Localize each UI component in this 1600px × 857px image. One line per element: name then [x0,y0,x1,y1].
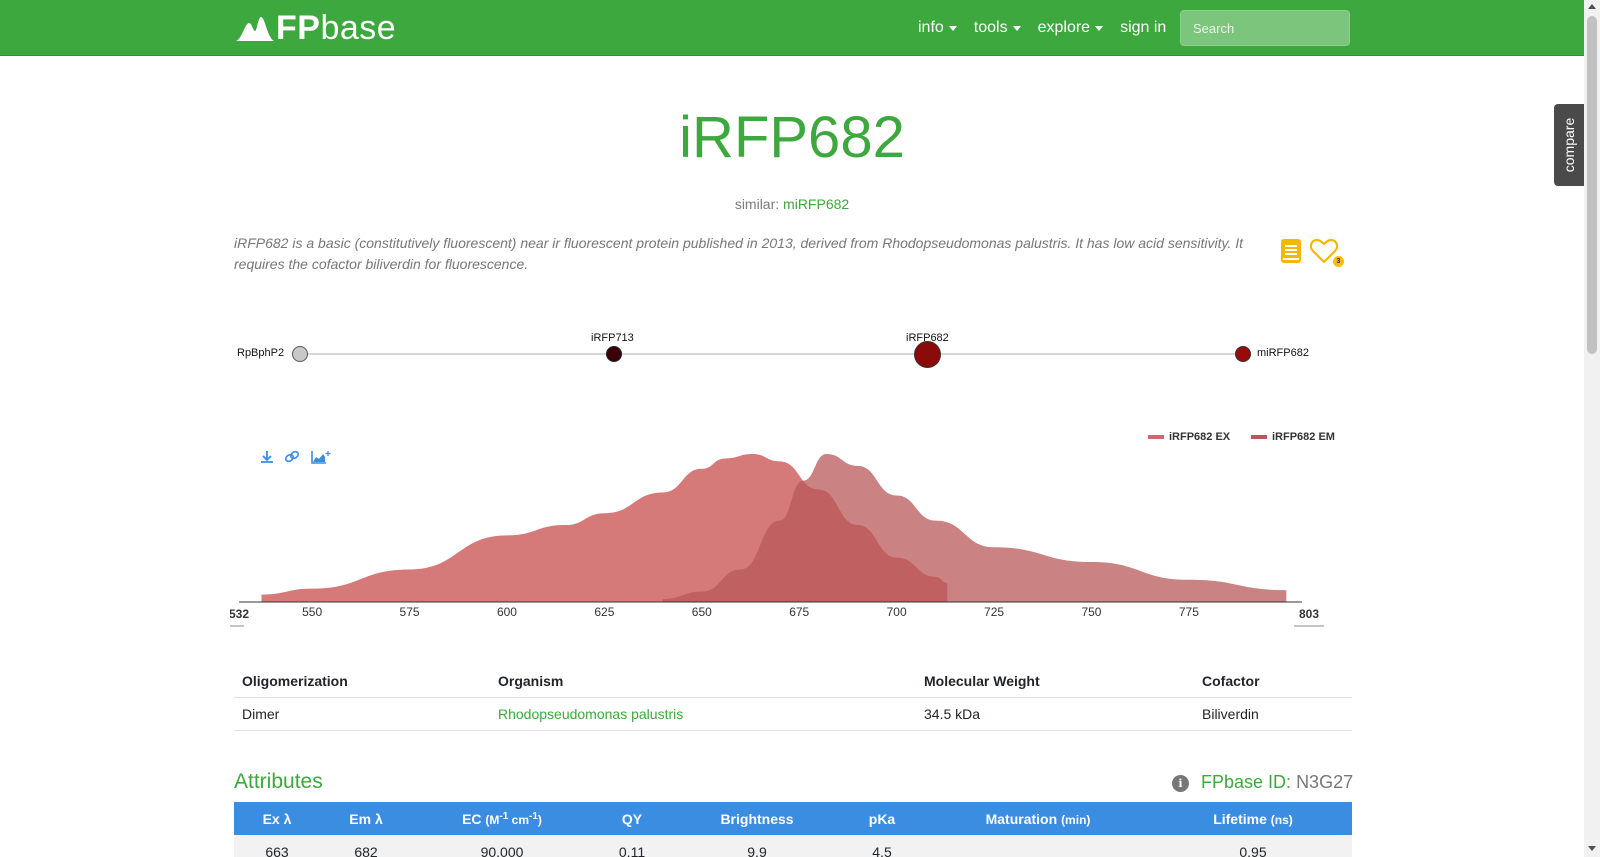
x-tick-label: 700 [887,605,907,619]
page-title: iRFP682 [679,105,905,170]
chevron-down-icon [1095,25,1104,31]
lineage-node-current[interactable] [914,341,941,368]
lineage-label[interactable]: miRFP682 [1257,347,1309,359]
ec-value: 90,000 [412,835,592,857]
fpbase-id-value: N3G27 [1296,772,1354,792]
lineage-node[interactable] [606,346,622,362]
fpbase-id-label: FPbase ID: [1201,772,1292,792]
nav-items: info tools explore sign in [918,0,1183,56]
em-value: 682 [320,835,412,857]
oligomerization-value: Dimer [234,697,490,731]
brand-logo[interactable]: FPbase [236,10,396,46]
nav-sign-in[interactable]: sign in [1120,19,1166,37]
search-input[interactable] [1180,10,1350,46]
pka-value: 4.5 [842,835,922,857]
favorite-count-badge: 3 [1333,256,1344,267]
spectra-chart: 550 575 600 625 650 675 700 725 750 775 532 803 [230,454,1324,627]
protein-description: iRFP682 is a basic (constitutively fluor… [234,235,1244,272]
info-icon[interactable]: i [1172,775,1189,792]
x-tick-label: 600 [497,605,517,619]
chevron-down-icon [1012,25,1021,31]
info-header: Oligomerization [234,666,490,698]
table-row: 663 682 90,000 0.11 9.9 4.5 0.95 [234,835,1352,857]
lineage-line [300,353,1242,355]
x-max-label[interactable]: 803 [1299,607,1319,621]
lineage-label[interactable]: RpBphP2 [237,347,284,359]
attributes-heading: Attributes [234,770,323,793]
lineage-label[interactable]: iRFP713 [591,332,634,344]
scroll-thumb[interactable] [1587,16,1597,354]
qy-value: 0.11 [592,835,672,857]
similar-link[interactable]: miRFP682 [783,196,849,212]
ex-value: 663 [234,835,320,857]
attributes-table: Ex λ Em λ EC (M-1 cm-1) QY Brightness pK… [234,802,1352,857]
attr-header-maturation: Maturation (min) [922,802,1154,835]
info-header: Organism [490,666,916,698]
nav-explore[interactable]: explore [1038,19,1104,37]
info-table: Oligomerization Organism Molecular Weigh… [234,666,1352,731]
cofactor-value: Biliverdin [1194,697,1352,731]
fpbase-id: FPbase ID: N3G27 [1201,772,1353,793]
similar-proteins: similar: miRFP682 [734,196,850,212]
info-header: Molecular Weight [916,666,1194,698]
brand-bold: FP [276,9,321,47]
table-row: Dimer Rhodopseudomonas palustris 34.5 kD… [234,697,1352,731]
x-tick-label: 675 [789,605,809,619]
organism-link[interactable]: Rhodopseudomonas palustris [498,706,683,722]
x-tick-label: 750 [1081,605,1101,619]
x-tick-label: 625 [594,605,614,619]
x-tick-label: 575 [400,605,420,619]
attr-header: Ex λ [234,802,320,835]
scroll-up-arrow-icon[interactable] [1588,4,1596,9]
book-icon[interactable] [1280,238,1302,264]
brand-light: base [320,9,397,47]
nav-info[interactable]: info [918,19,957,37]
page-scrollbar[interactable] [1584,0,1600,857]
x-tick-label: 650 [692,605,712,619]
scroll-down-arrow-icon[interactable] [1588,846,1596,851]
attr-header: Em λ [320,802,412,835]
lifetime-value: 0.95 [1154,835,1352,857]
chevron-down-icon [948,25,957,31]
fpbase-logo-icon [236,17,274,41]
lineage-tree: RpBphP2 iRFP713 iRFP682 miRFP682 [0,320,1584,380]
maturation-value [922,835,1154,857]
x-tick-label: 550 [302,605,322,619]
attr-header: Brightness [672,802,842,835]
navbar: FPbase info tools explore sign in [0,0,1584,56]
x-min-label[interactable]: 532 [230,607,249,621]
x-tick-label: 775 [1179,605,1199,619]
attr-header-ec: EC (M-1 cm-1) [412,802,592,835]
brightness-value: 9.9 [672,835,842,857]
attr-header: QY [592,802,672,835]
info-header: Cofactor [1194,666,1352,698]
attr-header-lifetime: Lifetime (ns) [1154,802,1352,835]
molecular-weight-value: 34.5 kDa [916,697,1194,731]
organism-cell: Rhodopseudomonas palustris [490,697,916,731]
nav-tools[interactable]: tools [974,19,1021,37]
attr-header: pKa [842,802,922,835]
lineage-node[interactable] [1235,346,1251,362]
x-tick-label: 725 [984,605,1004,619]
lineage-node[interactable] [292,346,308,362]
